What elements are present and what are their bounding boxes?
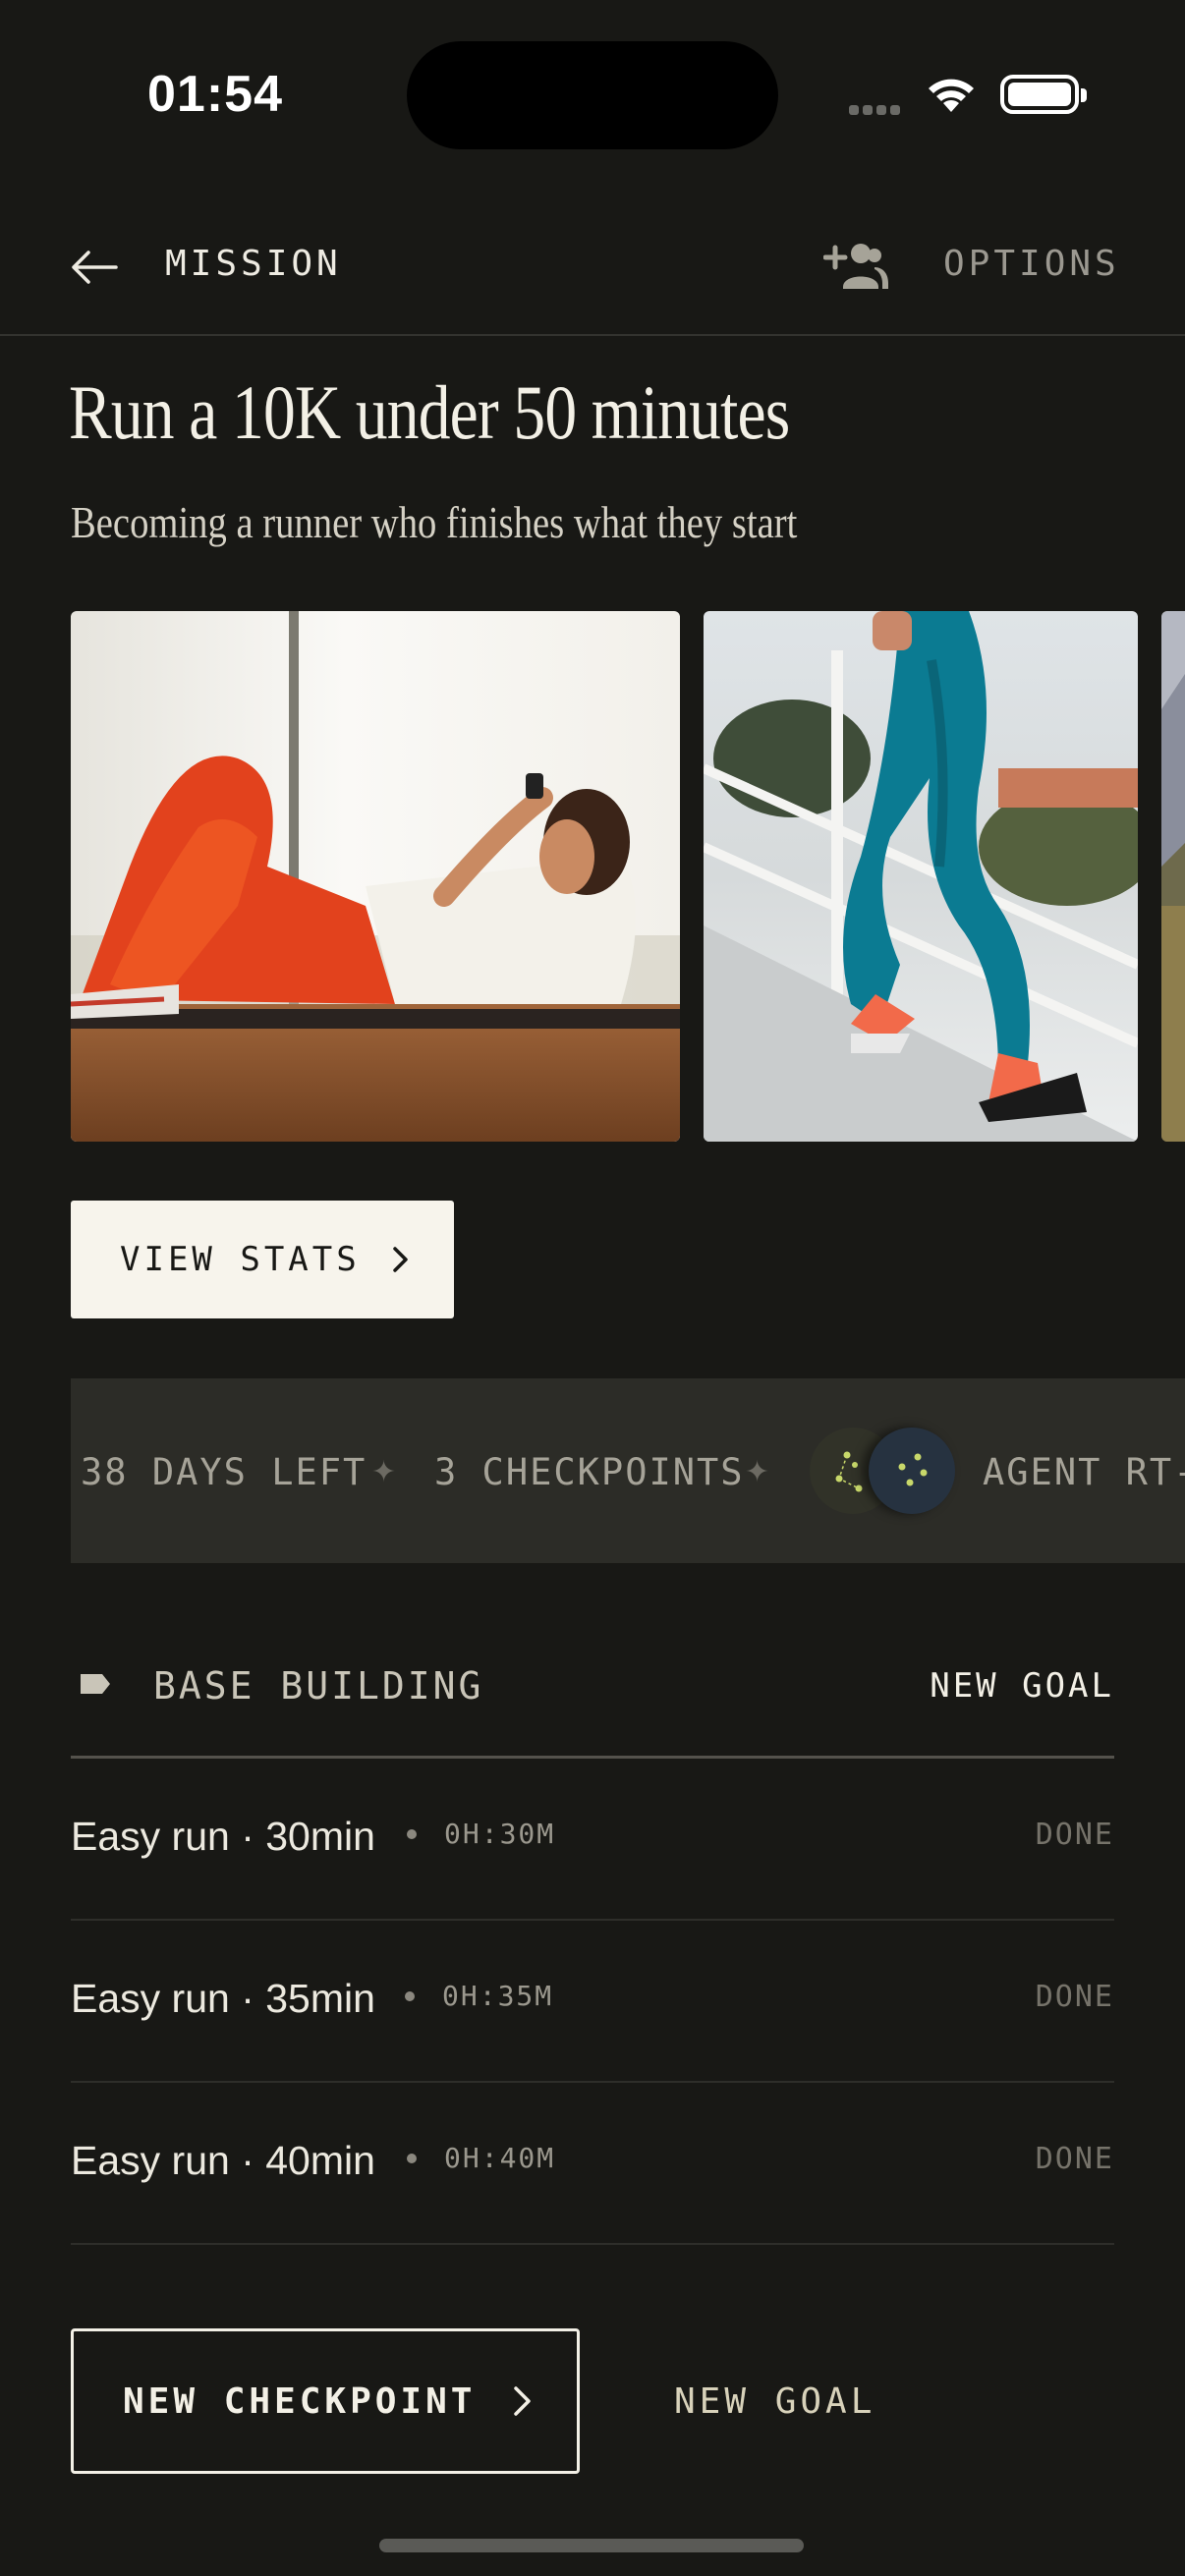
separator-icon: ✦ (745, 1456, 770, 1488)
task-duration: 0H:40M (444, 2142, 556, 2174)
task-row[interactable]: Easy run · 35min 0H:35M DONE (71, 1921, 1114, 2083)
wifi-icon (929, 79, 974, 112)
view-stats-button[interactable]: VIEW STATS (71, 1201, 454, 1318)
chevron-right-icon (514, 2386, 532, 2416)
task-name: Easy run · 35min (71, 1976, 375, 2021)
options-button[interactable]: OPTIONS (943, 244, 1120, 284)
arrow-left-icon[interactable] (69, 242, 120, 293)
cellular-signal-icon (849, 102, 908, 116)
new-goal-link[interactable]: NEW GOAL (930, 1666, 1114, 1706)
gallery-photo[interactable] (71, 611, 680, 1142)
task-list: Easy run · 30min 0H:30M DONE Easy run · … (71, 1759, 1114, 2245)
task-duration: 0H:35M (442, 1980, 554, 2012)
add-person-icon[interactable] (823, 238, 888, 293)
view-stats-label: VIEW STATS (120, 1240, 361, 1279)
agent-avatar-icon (869, 1428, 955, 1514)
chevron-right-icon (392, 1247, 408, 1272)
section-header: BASE BUILDING NEW GOAL (71, 1611, 1114, 1759)
task-row[interactable]: Easy run · 30min 0H:30M DONE (71, 1759, 1114, 1921)
status-time: 01:54 (147, 66, 283, 123)
days-left: 38 DAYS LEFT (81, 1451, 367, 1493)
task-name: Easy run · 40min (71, 2138, 375, 2183)
dynamic-island (407, 41, 778, 149)
tag-icon (81, 1674, 110, 1694)
bullet-icon (407, 2154, 417, 2163)
task-status: DONE (1035, 2142, 1114, 2176)
gallery-photo[interactable] (1161, 611, 1185, 1142)
task-status: DONE (1035, 1818, 1114, 1852)
mission-subtitle: Becoming a runner who finishes what they… (71, 497, 798, 547)
bullet-icon (405, 1991, 415, 2001)
new-checkpoint-label: NEW CHECKPOINT (123, 2380, 477, 2422)
page-title: MISSION (165, 244, 342, 284)
new-goal-button[interactable]: NEW GOAL (674, 2381, 875, 2422)
mission-info-strip[interactable]: 38 DAYS LEFT ✦ 3 CHECKPOINTS ✦ AGENT RT-… (71, 1378, 1185, 1563)
task-status: DONE (1035, 1980, 1114, 2014)
gallery-photo[interactable] (704, 611, 1138, 1142)
agent-name: AGENT RT-1 (983, 1451, 1185, 1493)
home-indicator[interactable] (379, 2539, 804, 2552)
section-label: BASE BUILDING (153, 1664, 484, 1708)
task-name: Easy run · 30min (71, 1814, 375, 1859)
photo-gallery[interactable] (71, 611, 1185, 1142)
task-duration: 0H:30M (444, 1818, 556, 1850)
battery-icon (1000, 75, 1087, 114)
top-nav-bar: MISSION OPTIONS (0, 206, 1185, 336)
status-bar: 01:54 (0, 0, 1185, 187)
bullet-icon (407, 1829, 417, 1839)
checkpoint-count: 3 CHECKPOINTS (434, 1451, 745, 1493)
separator-icon: ✦ (371, 1456, 397, 1488)
new-checkpoint-button[interactable]: NEW CHECKPOINT (71, 2328, 580, 2474)
mission-title: Run a 10K under 50 minutes (69, 369, 790, 455)
task-row[interactable]: Easy run · 40min 0H:40M DONE (71, 2083, 1114, 2245)
